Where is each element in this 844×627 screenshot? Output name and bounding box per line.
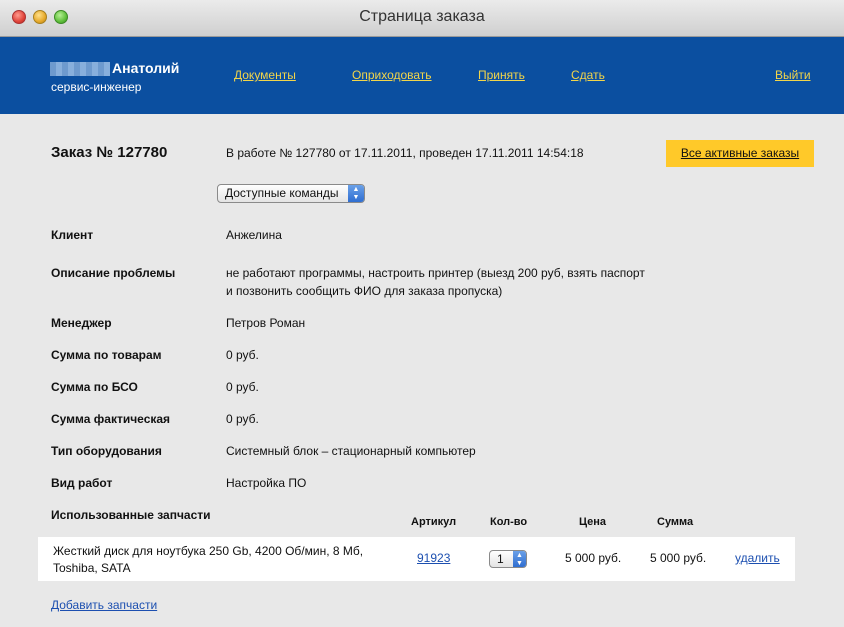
actual-sum-value: 0 руб. (226, 412, 259, 426)
quantity-select[interactable]: 1 ▲ ▼ (489, 550, 527, 568)
client-label: Клиент (51, 228, 94, 242)
actual-sum-label: Сумма фактическая (51, 412, 171, 426)
all-active-orders-button[interactable]: Все активные заказы (666, 140, 814, 167)
user-role: сервис-инженер (51, 80, 142, 94)
problem-description-label: Описание проблемы (51, 266, 176, 280)
nav-accept-link[interactable]: Принять (478, 68, 525, 82)
problem-description-value: не работают программы, настроить принтер… (226, 264, 645, 300)
app-window: Страница заказа Анатолий сервис-инженер … (0, 0, 844, 627)
manager-value: Петров Роман (226, 316, 306, 330)
part-article-link[interactable]: 91923 (417, 551, 450, 565)
goods-sum-label: Сумма по товарам (51, 348, 162, 362)
problem-description-line: и позвонить сообщить ФИО для заказа проп… (226, 284, 503, 298)
problem-description-line: не работают программы, настроить принтер… (226, 266, 645, 280)
quantity-value: 1 (497, 552, 504, 566)
user-name: Анатолий (112, 60, 180, 76)
column-header-price: Цена (579, 516, 607, 528)
window-title: Страница заказа (359, 8, 485, 25)
manager-label: Менеджер (51, 316, 112, 330)
nav-documents-link[interactable]: Документы (234, 68, 296, 82)
title-bar: Страница заказа (0, 0, 844, 37)
nav-logout-link[interactable]: Выйти (775, 68, 811, 82)
order-status: В работе № 127780 от 17.11.2011, проведе… (226, 146, 584, 160)
work-type-value: Настройка ПО (226, 476, 307, 490)
part-name-line: Жесткий диск для ноутбука 250 Gb, 4200 О… (53, 544, 364, 558)
bso-sum-label: Сумма по БСО (51, 380, 138, 394)
part-name-line: Toshiba, SATA (53, 561, 131, 575)
column-header-sum: Сумма (657, 516, 694, 528)
delete-part-link[interactable]: удалить (735, 551, 780, 565)
available-commands-value: Доступные команды (225, 186, 339, 200)
client-value: Анжелина (226, 228, 282, 242)
column-header-article: Артикул (411, 516, 457, 528)
select-arrows-icon: ▲ ▼ (513, 551, 526, 567)
part-name: Жесткий диск для ноутбука 250 Gb, 4200 О… (53, 543, 383, 577)
nav-hand-over-link[interactable]: Сдать (571, 68, 605, 82)
goods-sum-value: 0 руб. (226, 348, 259, 362)
select-arrows-icon: ▲ ▼ (348, 185, 364, 202)
order-title: Заказ № 127780 (51, 144, 168, 161)
part-price: 5 000 руб. (565, 551, 622, 565)
available-commands-select[interactable]: Доступные команды ▲ ▼ (217, 184, 365, 203)
bso-sum-value: 0 руб. (226, 380, 259, 394)
part-sum: 5 000 руб. (650, 551, 707, 565)
column-header-qty: Кол-во (490, 516, 528, 528)
add-parts-link[interactable]: Добавить запчасти (51, 598, 157, 612)
equipment-type-value: Системный блок – стационарный компьютер (226, 444, 476, 458)
nav-receive-expense-link[interactable]: Оприходовать (352, 68, 432, 82)
work-type-label: Вид работ (51, 476, 113, 490)
user-surname-blurred (50, 62, 110, 76)
equipment-type-label: Тип оборудования (51, 444, 162, 458)
used-parts-label: Использованные запчасти (51, 508, 211, 522)
